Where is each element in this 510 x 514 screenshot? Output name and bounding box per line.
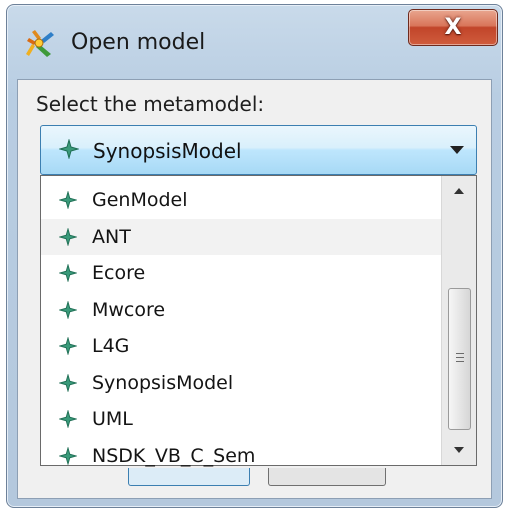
metamodel-diamond-icon (59, 227, 77, 246)
title-bar[interactable]: Open model X (7, 5, 502, 79)
metamodel-diamond-icon (59, 337, 77, 355)
metamodel-option-label: Ecore (92, 262, 146, 284)
metamodel-diamond-icon (59, 410, 77, 428)
window-title: Open model (71, 30, 206, 55)
metamodel-option[interactable]: GenModel (41, 182, 441, 218)
metamodel-diamond-icon (59, 300, 77, 319)
metamodel-diamond-icon (59, 264, 77, 282)
metamodel-option[interactable]: SynopsisModel (41, 365, 441, 401)
metamodel-options-list[interactable]: GenModel ANT Ecore Mwcore L4G SynopsisModel UM… (40, 175, 477, 467)
metamodel-option[interactable]: UML (41, 401, 441, 437)
scroll-down-button[interactable] (442, 433, 477, 465)
close-button[interactable]: X (408, 9, 498, 46)
options-scrollbar[interactable] (441, 176, 476, 465)
open-model-app-icon (26, 30, 54, 57)
metamodel-prompt-label: Select the metamodel: (36, 92, 265, 116)
metamodel-diamond-icon (59, 191, 77, 209)
close-icon: X (444, 15, 462, 40)
metamodel-option-label: L4G (92, 335, 130, 357)
metamodel-option[interactable]: Mwcore (41, 292, 441, 328)
metamodel-diamond-icon (59, 139, 79, 159)
metamodel-option-label: SynopsisModel (92, 371, 234, 394)
metamodel-option-label: Mwcore (92, 298, 166, 321)
cancel-button[interactable] (268, 468, 386, 486)
metamodel-select-value: SynopsisModel (93, 139, 242, 163)
grip-icon (456, 353, 464, 363)
scrollbar-thumb[interactable] (448, 288, 471, 430)
metamodel-option[interactable]: ANT (41, 218, 441, 255)
metamodel-diamond-icon (59, 446, 77, 465)
metamodel-option-label: UML (92, 408, 133, 430)
metamodel-option-label: GenModel (92, 189, 188, 211)
metamodel-option[interactable]: Ecore (41, 255, 441, 291)
metamodel-option-label: NSDK_VB_C_Sem (92, 444, 256, 467)
metamodel-option[interactable]: L4G (41, 328, 441, 364)
metamodel-option-label: ANT (92, 225, 131, 248)
metamodel-select[interactable]: SynopsisModel (40, 125, 477, 175)
scroll-up-button[interactable] (442, 176, 477, 208)
chevron-down-icon[interactable] (450, 146, 464, 154)
ok-button[interactable] (128, 468, 250, 486)
metamodel-diamond-icon (59, 373, 77, 392)
